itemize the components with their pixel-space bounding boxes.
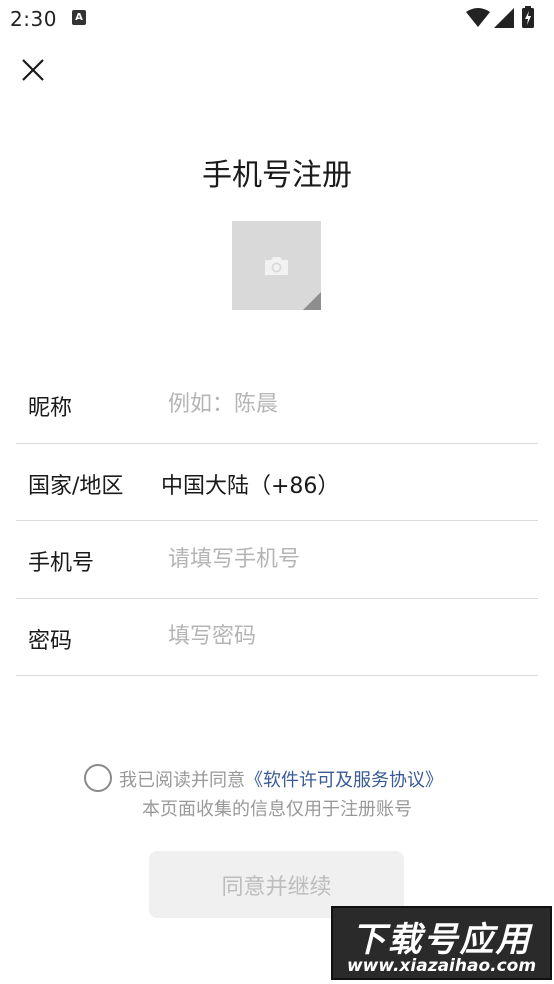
registration-form: 昵称 国家/地区 中国大陆（+86） 手机号 密码	[16, 366, 538, 676]
status-icons	[466, 6, 546, 30]
region-row[interactable]: 国家/地区 中国大陆（+86）	[16, 444, 538, 521]
wifi-icon	[466, 8, 490, 27]
password-row: 密码	[16, 599, 538, 676]
agreement-checkbox[interactable]	[84, 764, 112, 792]
agreement-line: 我已阅读并同意《软件许可及服务协议》	[0, 764, 554, 792]
status-bar: 2:30 A	[0, 0, 554, 38]
notification-a-icon: A	[72, 10, 86, 25]
page-title: 手机号注册	[202, 158, 352, 193]
region-label: 国家/地区	[28, 473, 124, 499]
camera-icon	[265, 257, 288, 275]
agreement-prefix: 我已阅读并同意	[119, 770, 245, 791]
phone-row: 手机号	[16, 521, 538, 599]
agreement-link[interactable]: 《软件许可及服务协议》	[245, 770, 443, 791]
password-label: 密码	[28, 628, 73, 654]
watermark-title: 下载号应用	[351, 920, 532, 960]
battery-charging-icon	[522, 6, 534, 28]
region-selector[interactable]: 中国大陆（+86）	[161, 468, 339, 500]
status-time: 2:30	[10, 7, 57, 31]
privacy-notice: 本页面收集的信息仅用于注册账号	[142, 799, 412, 820]
close-icon	[22, 59, 44, 81]
watermark-logo: 下载号应用 www.xiazaihao.com	[331, 906, 552, 980]
nickname-input[interactable]	[168, 386, 518, 422]
nickname-label: 昵称	[28, 396, 73, 421]
close-button[interactable]	[18, 55, 48, 85]
watermark-url: www.xiazaihao.com	[346, 956, 537, 976]
phone-input[interactable]	[168, 541, 518, 577]
signal-icon	[494, 8, 514, 28]
password-input[interactable]	[168, 618, 518, 655]
nickname-row: 昵称	[16, 366, 538, 444]
avatar-upload[interactable]	[232, 221, 321, 310]
phone-label: 手机号	[28, 551, 95, 576]
corner-triangle-icon	[303, 292, 321, 310]
agreement-text: 我已阅读并同意《软件许可及服务协议》	[119, 766, 443, 792]
